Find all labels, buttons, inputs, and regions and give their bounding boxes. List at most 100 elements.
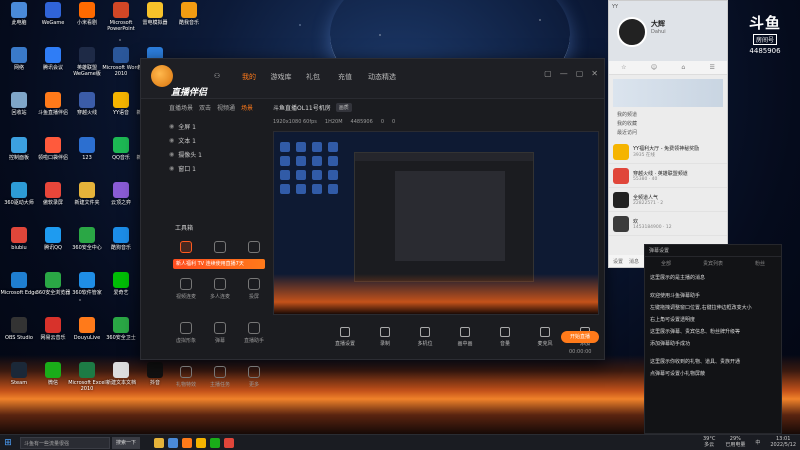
toolbox-item[interactable]: 视频连麦 [171,278,201,300]
desktop-icon[interactable]: 领啦口袋伴侣 [36,137,70,177]
desktop-icon[interactable]: 新建文本文档 [104,362,138,402]
toolbox-item[interactable]: 主播任务 [205,366,235,388]
desktop-icon[interactable]: Microsoft Excel 2010 [68,362,106,402]
desktop-icon[interactable]: Microsoft Word 2010 [102,47,140,87]
toolbox-item[interactable]: 直播助手 [239,322,269,344]
tab-double[interactable]: 双击 [199,103,211,112]
visibility-icon[interactable]: ◉ [169,151,174,158]
list-item[interactable]: 穿越火线 · 英雄联盟频道 55380 · 40 [609,164,727,188]
start-icon[interactable]: ⊞ [0,435,16,450]
desktop-icon[interactable]: WeGame [36,2,70,42]
taskbar-app-icon[interactable] [182,437,193,448]
close-icon[interactable]: ✕ [591,69,598,78]
tab-scene[interactable]: 直播场景 [169,103,193,112]
taskbar-app-icon[interactable] [196,437,207,448]
desktop-icon[interactable]: 小米看剧 [70,2,104,42]
nav-item-recharge[interactable]: 充值 [329,72,361,82]
source-layer[interactable]: ◉ 摄像头 1 [169,147,249,161]
battery-widget[interactable]: 29% 已用电量 [725,436,745,448]
danmaku-panel[interactable]: 弹幕设置 全部 贵宾列表 粉丝 这里展示的是主播的消息 欢迎使用斗鱼弹幕助手 左键拖… [644,244,782,434]
menu-icon[interactable]: ☰ [709,64,714,71]
toolbox-item[interactable]: 弹幕 [205,322,235,344]
live-control[interactable]: 多机位 [411,327,439,347]
source-layer[interactable]: ◉ 文本 1 [169,133,249,147]
toolbox-item[interactable]: 多人连麦 [205,278,235,300]
live-control[interactable]: 直播设置 [331,327,359,347]
desktop-icon[interactable]: 雷电模拟器 [138,2,172,42]
nav-item-mine[interactable]: 我的 [233,72,265,82]
stream-preview[interactable] [273,131,599,315]
yy-my-favorites[interactable]: 我的收藏 [617,120,727,127]
desktop-icon[interactable]: DouyuLive [70,317,104,357]
desktop-icon[interactable]: 123 [70,137,104,177]
weather-widget[interactable]: 39°C 多云 [703,436,715,448]
desktop-icon[interactable]: OBS Studio [2,317,36,357]
desktop-icon[interactable]: 云顶之弈 [104,182,138,222]
desktop-icon[interactable]: 英雄联盟WeGame版 [70,47,104,87]
yy-messages[interactable]: 消息 [629,258,639,265]
favorite-icon[interactable]: ☆ [621,64,626,71]
list-item[interactable]: 欢 1453184900 · 12 [609,212,727,236]
nav-item-gifts[interactable]: 礼包 [297,72,329,82]
desktop-icon[interactable]: 网易云音乐 [36,317,70,357]
desktop-icon[interactable]: 斗鱼直播伴侣 [36,92,70,132]
desktop-icon[interactable]: 抖音 [138,362,172,402]
quality-pill[interactable]: 画质 [335,103,352,112]
skin-icon[interactable]: ▢ [544,69,552,78]
tab-scene-2[interactable]: 场景 [241,103,253,112]
desktop-icon[interactable]: 腾讯会议 [36,47,70,87]
tab-all[interactable]: 全部 [661,260,671,267]
nav-item-games[interactable]: 游戏库 [265,72,297,82]
desktop-icon[interactable]: biubiu [2,227,36,267]
visibility-icon[interactable]: ◉ [169,137,174,144]
yy-my-channels[interactable]: 我的频道 [617,111,727,118]
toolbox-item[interactable] [205,241,235,256]
live-control[interactable]: 画中画 [451,327,479,347]
tab-vip[interactable]: 贵宾列表 [703,260,723,267]
nav-home-icon[interactable]: ⚇ [201,72,233,82]
tab-fans[interactable]: 粉丝 [755,260,765,267]
live-control[interactable]: 录制 [371,327,399,347]
toolbox-item[interactable]: 更多 [239,366,269,388]
desktop-icon[interactable]: 此电脑 [2,2,36,42]
desktop-icon[interactable]: 360软件管家 [70,272,104,312]
source-layer[interactable]: ◉ 全屏 1 [169,119,249,133]
search-input[interactable]: 斗鱼有一些流量很强 [20,436,110,449]
live-control[interactable]: 麦克风 [531,327,559,347]
desktop-icon[interactable]: 360安全中心 [70,227,104,267]
yy-banner[interactable] [613,79,723,107]
yy-panel[interactable]: YY 大辉 Dahui ☆ ☺ ⌂ ☰ 我的频道 我的收藏 最近访问 YY福利大… [608,0,728,268]
toolbox-item[interactable] [239,241,269,256]
desktop-icon[interactable]: 360驱动大师 [2,182,36,222]
desktop-icon[interactable]: Microsoft Edge [1,272,37,312]
toolbox-item[interactable]: 礼物特效 [171,366,201,388]
yy-recent[interactable]: 最近访问 [617,129,727,136]
taskbar-app-icon[interactable] [168,437,179,448]
list-item[interactable]: 全频道人气 22822571 · 2 [609,188,727,212]
source-layer[interactable]: ◉ 窗口 1 [169,161,249,175]
yy-settings[interactable]: 设置 [613,258,623,265]
desktop-icon[interactable]: 360安全浏览器 [36,272,70,312]
desktop-icon[interactable]: 360安全卫士 [104,317,138,357]
clock[interactable]: 13:01 2022/5/12 [770,436,796,448]
desktop-icon[interactable]: 傲软录屏 [36,182,70,222]
desktop-icon[interactable]: 网络 [2,47,36,87]
search-button[interactable]: 搜索一下 [112,436,141,449]
taskbar-app-icon[interactable] [224,437,235,448]
maximize-icon[interactable]: ▢ [576,69,584,78]
desktop-icon[interactable]: Microsoft PowerPoint [104,2,138,42]
desktop-icon[interactable]: 控制面板 [2,137,36,177]
toolbox-item[interactable]: 虚拟形象 [171,322,201,344]
tab-video[interactable]: 视频通 [217,103,235,112]
desktop-icon[interactable]: 酷狗音乐 [104,227,138,267]
start-live-button[interactable]: 开始直播 [561,331,599,343]
visibility-icon[interactable]: ◉ [169,123,174,130]
desktop-icon[interactable]: 回收站 [2,92,36,132]
list-item[interactable]: YY福利大厅 - 免费领神秘奖励 3935 在线 [609,140,727,164]
taskbar-app-icon[interactable] [154,437,165,448]
desktop-icon[interactable]: 新建文件夹 [70,182,104,222]
home-icon[interactable]: ⌂ [681,64,685,71]
desktop-icon[interactable]: 酷我音乐 [172,2,206,42]
minimize-icon[interactable]: — [560,69,568,78]
nav-item-feed[interactable]: 动态精选 [361,72,403,82]
